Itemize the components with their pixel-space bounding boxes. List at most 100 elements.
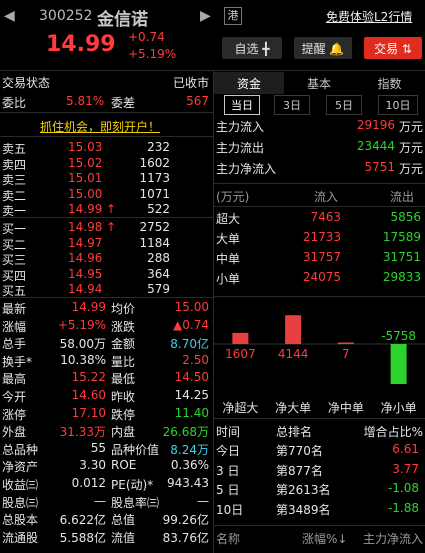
rank-pct: -1.88	[387, 500, 419, 515]
chart-value-label: 1607	[225, 347, 256, 361]
stat-value: 6.622亿	[59, 513, 106, 528]
level-price: 15.00	[68, 186, 103, 201]
stat-value: ▲0.74	[173, 317, 209, 332]
stat-value: 14.60	[71, 388, 106, 402]
stat-label: 外盘	[2, 425, 27, 440]
tab-5day[interactable]: 5日	[326, 95, 362, 115]
table-unit: (万元)	[216, 190, 250, 204]
current-price: 14.99	[46, 32, 116, 57]
tab-3day[interactable]: 3日	[274, 95, 310, 115]
status-value: 已收市	[172, 76, 209, 90]
stat-label: PE(动)*	[111, 478, 154, 492]
stat-value: +5.19%	[57, 317, 106, 332]
stat-label: 均价	[111, 302, 136, 316]
level-price: 14.99	[68, 202, 103, 216]
stat-value: 11.40	[174, 405, 209, 420]
add-watchlist-button[interactable]: 自选 ╋	[222, 37, 282, 59]
exchange-badge: 港	[224, 7, 242, 25]
rank-time: 5 日	[216, 483, 240, 497]
flow-value: 29196	[356, 118, 395, 132]
rank-time: 10日	[216, 502, 244, 517]
stat-value: 943.43	[167, 476, 209, 490]
stat-label: ROE	[111, 458, 137, 473]
level-volume: 579	[147, 282, 170, 296]
rank-pct: -1.08	[387, 481, 419, 495]
rank-pct: 3.77	[392, 461, 419, 476]
stat-label: 涨停	[2, 407, 27, 422]
stat-value: 15.22	[71, 370, 106, 385]
stat-label: 总股本	[2, 513, 39, 528]
stat-label: 换手*	[2, 354, 33, 369]
level-volume: 1071	[139, 186, 170, 201]
level-label: 买三	[2, 253, 27, 267]
alert-button[interactable]: 提醒 🔔	[294, 37, 352, 59]
up-arrow-icon: ↑	[106, 220, 117, 234]
stat-value: 14.25	[174, 388, 209, 402]
flow-out-value: 29833	[382, 270, 421, 284]
level-price: 14.96	[68, 251, 103, 265]
flow-row-label: 中单	[216, 252, 241, 266]
open-account-promo[interactable]: 抓住机会，即刻开户！	[40, 118, 160, 135]
net-flow-chart: 1607 净超大 4144 净大单 7 净中单 -5758 净小单	[214, 315, 425, 415]
price-change-pct: +5.19%	[128, 47, 177, 61]
chevron-left-icon[interactable]: ◀	[4, 8, 15, 24]
level-price: 14.98	[68, 220, 103, 234]
sector-net-header: 主力净流入	[362, 532, 423, 546]
stat-value: 55	[90, 440, 106, 455]
l2-trial-link[interactable]: 免费体验L2行情	[326, 8, 412, 25]
level-label: 卖五	[2, 142, 27, 156]
level-label: 卖二	[2, 188, 27, 203]
stat-value: 5.588亿	[59, 530, 106, 545]
weicha-label: 委差	[111, 96, 136, 110]
level-label: 买二	[2, 237, 27, 252]
stat-value: 99.26亿	[162, 513, 209, 528]
tab-today[interactable]: 当日	[224, 95, 260, 115]
rank-value: 第3489名	[276, 502, 331, 517]
stat-label: 昨收	[111, 390, 136, 404]
price-change: +0.74	[128, 30, 165, 44]
stat-label: 流值	[111, 530, 136, 545]
rank-pct-header: 增合占比%	[363, 425, 423, 439]
flow-unit: 万元	[398, 120, 423, 134]
stat-value: —	[197, 493, 209, 508]
stat-value: 14.50	[174, 370, 209, 385]
rank-header: 总排名	[276, 425, 313, 439]
stat-value: 8.24万	[170, 442, 209, 457]
level-volume: 288	[147, 251, 170, 265]
stat-value: 58.00万	[59, 337, 106, 352]
stat-label: 总值	[111, 513, 136, 528]
level-volume: 1602	[139, 155, 170, 170]
status-label: 交易状态	[2, 76, 51, 90]
rank-pct: 6.61	[392, 442, 419, 456]
stat-label: 金额	[111, 337, 136, 352]
rank-value: 第2613名	[276, 483, 331, 497]
tab-10day[interactable]: 10日	[378, 95, 418, 115]
level-volume: 232	[147, 140, 170, 154]
stat-label: 总手	[2, 337, 27, 352]
weibi-label: 委比	[2, 96, 27, 110]
stat-label: 总品种	[2, 442, 39, 457]
sector-change-header[interactable]: 涨幅%↓	[302, 530, 347, 547]
tab-basic[interactable]: 基本	[284, 72, 354, 94]
tab-capital[interactable]: 资金	[214, 72, 284, 94]
sector-name-header: 名称	[216, 532, 241, 546]
stat-value: 0.36%	[170, 458, 209, 473]
stat-label: 最高	[2, 372, 27, 387]
rank-time-header: 时间	[216, 425, 241, 439]
chart-bar	[232, 332, 249, 344]
flow-label: 主力流出	[216, 141, 265, 155]
level-volume: 364	[147, 266, 170, 281]
level-label: 卖四	[2, 157, 27, 172]
chart-bar	[390, 344, 407, 384]
level-price: 15.02	[68, 155, 103, 170]
flow-out-value: 5856	[390, 210, 421, 224]
flow-out-value: 31751	[382, 250, 421, 264]
chevron-right-icon[interactable]: ▶	[200, 8, 211, 24]
trade-button[interactable]: 交易 ⇅	[364, 37, 422, 59]
stat-label: 跌停	[111, 407, 136, 422]
tab-index[interactable]: 指数	[354, 72, 425, 94]
flow-value: 5751	[364, 160, 395, 174]
level-volume: 1184	[139, 235, 170, 250]
stat-value: 17.10	[71, 405, 106, 420]
stat-value: —	[94, 493, 106, 508]
